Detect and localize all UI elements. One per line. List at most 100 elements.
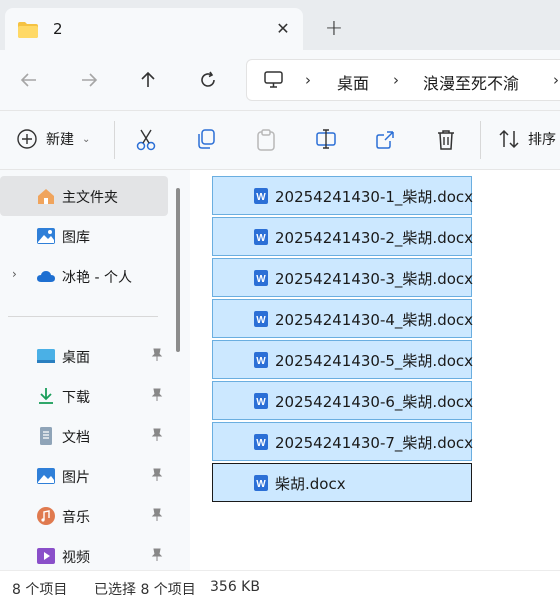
word-document-icon: W — [254, 311, 268, 327]
item-count: 8 个项目 — [12, 582, 68, 598]
arrow-right-icon — [82, 73, 98, 87]
refresh-icon — [201, 71, 215, 87]
sort-icon — [499, 129, 519, 149]
file-item[interactable]: W 20254241430-5_柴胡.docx — [212, 340, 474, 379]
pin-icon[interactable] — [150, 428, 164, 442]
svg-text:W: W — [256, 356, 266, 367]
chevron-right-icon: › — [305, 71, 311, 89]
tab-folder-2[interactable]: 2 ✕ — [5, 8, 303, 50]
sort-label: 排序 — [528, 132, 556, 148]
divider — [114, 121, 115, 159]
sidebar-item-downloads[interactable]: 下载 — [0, 376, 168, 416]
file-name: 20254241430-2_柴胡.docx — [275, 229, 474, 247]
new-button[interactable]: 新建 ⌄ — [16, 128, 90, 150]
share-button[interactable] — [375, 128, 397, 150]
tab-title: 2 — [53, 20, 63, 38]
up-button[interactable] — [133, 65, 163, 95]
sidebar-item-label: 主文件夹 — [62, 190, 118, 206]
this-pc-icon — [264, 71, 283, 88]
pin-icon[interactable] — [150, 548, 164, 562]
file-item[interactable]: W 20254241430-4_柴胡.docx — [212, 299, 473, 338]
pictures-icon — [37, 468, 55, 484]
delete-button[interactable] — [435, 128, 457, 152]
plus-circle-icon — [17, 129, 37, 149]
back-button[interactable] — [14, 65, 44, 95]
forward-button[interactable] — [74, 65, 104, 95]
chevron-down-icon: ⌄ — [82, 133, 91, 145]
divider — [480, 121, 481, 159]
sidebar-item-desktop[interactable]: 桌面 — [0, 336, 168, 376]
word-document-icon: W — [254, 352, 268, 368]
paste-button[interactable] — [255, 128, 277, 152]
breadcrumb-folder[interactable]: 浪漫至死不渝 — [423, 70, 519, 94]
rename-icon — [316, 129, 336, 149]
sidebar-item-onedrive[interactable]: › 冰艳 - 个人 — [0, 256, 168, 296]
sidebar-item-label: 图库 — [62, 230, 90, 246]
navigation-bar: › 桌面 › 浪漫至死不渝 › — [0, 50, 560, 110]
pin-icon[interactable] — [150, 388, 164, 402]
file-name: 20254241430-7_柴胡.docx — [275, 434, 474, 452]
status-bar: 8 个项目 已选择 8 个项目 356 KB — [0, 570, 560, 598]
svg-text:W: W — [256, 315, 266, 326]
pin-icon[interactable] — [150, 508, 164, 522]
folder-icon — [18, 22, 38, 38]
navigation-pane: 主文件夹 图库 › 冰艳 - 个人 桌面 下载 文档 图片 音乐 视频 — [0, 170, 190, 570]
file-item[interactable]: W 20254241430-6_柴胡.docx — [212, 381, 474, 420]
file-item[interactable]: W 20254241430-2_柴胡.docx — [212, 217, 474, 256]
file-name: 柴胡.docx — [275, 475, 346, 493]
copy-button[interactable] — [195, 128, 217, 150]
desktop-icon — [37, 349, 55, 363]
rename-button[interactable] — [315, 128, 337, 150]
sidebar-item-label: 音乐 — [62, 510, 90, 526]
svg-text:W: W — [256, 192, 266, 203]
sidebar-item-pictures[interactable]: 图片 — [0, 456, 168, 496]
sidebar-item-label: 视频 — [62, 550, 90, 566]
new-label: 新建 — [46, 132, 74, 148]
sidebar-item-label: 文档 — [62, 430, 90, 446]
file-item[interactable]: W 柴胡.docx — [212, 463, 472, 502]
sidebar-item-music[interactable]: 音乐 — [0, 496, 168, 536]
file-name: 20254241430-3_柴胡.docx — [275, 270, 474, 288]
music-icon — [37, 507, 55, 525]
new-tab-button[interactable]: + — [322, 16, 346, 41]
selection-count: 已选择 8 个项目 — [94, 582, 196, 598]
download-icon — [39, 388, 53, 404]
sidebar-item-gallery[interactable]: 图库 — [0, 216, 168, 256]
file-item[interactable]: W 20254241430-1_柴胡.docx — [212, 176, 474, 215]
tab-bar: 2 ✕ + — [0, 0, 560, 50]
pin-icon[interactable] — [150, 468, 164, 482]
sidebar-item-label: 图片 — [62, 470, 90, 486]
file-name: 20254241430-6_柴胡.docx — [275, 393, 474, 411]
trash-icon — [438, 130, 454, 150]
pin-icon[interactable] — [150, 348, 164, 362]
word-document-icon: W — [254, 270, 268, 286]
file-name: 20254241430-5_柴胡.docx — [275, 352, 474, 370]
breadcrumb-desktop[interactable]: 桌面 — [337, 70, 369, 94]
arrow-left-icon — [20, 73, 36, 87]
sort-button[interactable]: 排序 — [498, 128, 556, 150]
file-list: W 20254241430-1_柴胡.docx W 20254241430-2_… — [190, 170, 560, 570]
svg-text:W: W — [256, 274, 266, 285]
arrow-up-icon — [141, 71, 155, 87]
sidebar-item-label: 下载 — [62, 390, 90, 406]
file-item[interactable]: W 20254241430-3_柴胡.docx — [212, 258, 474, 297]
sidebar-scrollbar-thumb[interactable] — [176, 188, 180, 352]
cut-button[interactable] — [135, 128, 157, 152]
sidebar-item-label: 冰艳 - 个人 — [62, 270, 132, 286]
address-bar[interactable]: › 桌面 › 浪漫至死不渝 › — [246, 59, 560, 101]
refresh-button[interactable] — [193, 65, 223, 95]
file-name: 20254241430-1_柴胡.docx — [275, 188, 474, 206]
videos-icon — [37, 548, 55, 564]
word-document-icon: W — [254, 393, 268, 409]
command-bar: 新建 ⌄ 排序 — [0, 110, 560, 170]
sidebar-item-documents[interactable]: 文档 — [0, 416, 168, 456]
file-item[interactable]: W 20254241430-7_柴胡.docx — [212, 422, 474, 461]
home-icon — [38, 189, 54, 204]
word-document-icon: W — [254, 229, 268, 245]
chevron-right-icon[interactable]: › — [12, 267, 17, 281]
sidebar-item-label: 桌面 — [62, 350, 90, 366]
svg-text:W: W — [256, 479, 266, 490]
sidebar-item-home[interactable]: 主文件夹 — [0, 176, 168, 216]
close-tab-icon[interactable]: ✕ — [273, 18, 293, 38]
svg-text:W: W — [256, 233, 266, 244]
